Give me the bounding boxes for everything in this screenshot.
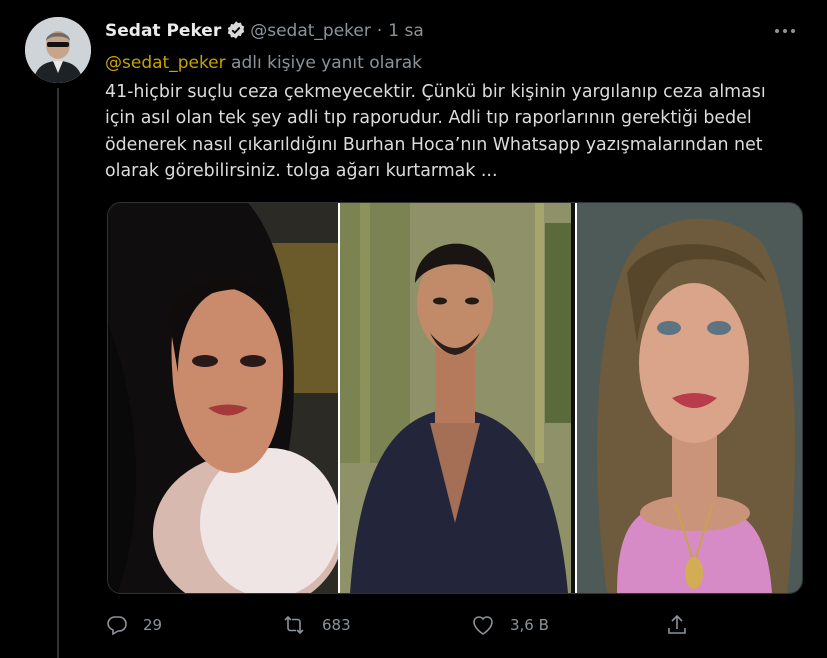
reply-button[interactable]: 29 xyxy=(105,610,162,640)
retweet-icon xyxy=(284,615,304,635)
avatar-photo xyxy=(25,17,91,83)
separator-dot: · xyxy=(376,21,383,41)
heart-icon xyxy=(473,616,493,635)
media-photo-left[interactable] xyxy=(108,203,338,593)
media-photo-right[interactable] xyxy=(577,203,802,593)
reply-context-text: adlı kişiye yanıt olarak xyxy=(231,53,423,73)
tweet-text-line: olarak görebilirsiniz. tolga ağarı kurta… xyxy=(105,161,498,182)
retweet-button[interactable]: 683 xyxy=(280,610,351,640)
avatar[interactable] xyxy=(25,17,91,83)
tweet-text-line: 41-hiçbir suçlu ceza çekmeyecektir. Çünk… xyxy=(105,82,766,102)
author-handle[interactable]: @sedat_peker xyxy=(250,21,371,41)
thread-line xyxy=(57,88,59,658)
verified-badge-icon xyxy=(226,20,246,48)
tweet-text: 41-hiçbir suçlu ceza çekmeyecektir. Çünk… xyxy=(105,79,805,185)
tweet-text-line: ödenerek nasıl çıkarıldığını Burhan Hoca… xyxy=(105,134,763,155)
reply-count: 29 xyxy=(143,616,163,634)
retweet-count: 683 xyxy=(322,616,351,634)
reply-icon xyxy=(107,616,127,636)
reply-mention-link[interactable]: @sedat_peker xyxy=(105,53,226,73)
like-button[interactable]: 3,6 B xyxy=(470,610,549,640)
more-icon[interactable] xyxy=(771,18,799,44)
author-name[interactable]: Sedat Peker xyxy=(105,21,221,41)
tweet-header: Sedat Peker @sedat_peker · 1 sa xyxy=(105,18,805,44)
share-button[interactable] xyxy=(665,610,703,640)
tweet-text-line: için asıl olan tek şey adli tıp raporudu… xyxy=(105,108,752,129)
tweet-time[interactable]: 1 sa xyxy=(388,21,424,41)
media-photo-center[interactable] xyxy=(338,203,577,593)
reply-context: @sedat_peker adlı kişiye yanıt olarak xyxy=(105,50,422,76)
like-count: 3,6 B xyxy=(510,616,549,634)
tweet-media[interactable] xyxy=(107,202,803,594)
tweet-actions: 29 683 3,6 B xyxy=(105,610,805,640)
share-icon xyxy=(668,614,686,634)
